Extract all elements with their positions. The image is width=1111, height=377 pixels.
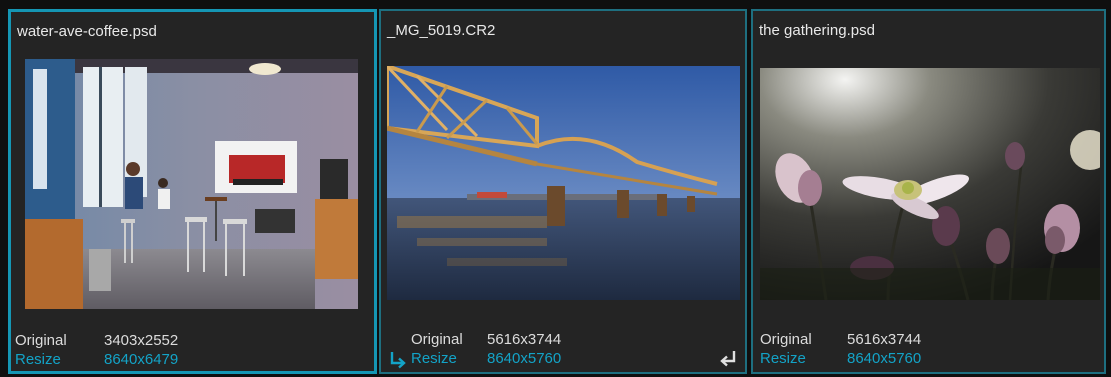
original-label: Original — [760, 331, 812, 348]
thumbnail-image[interactable] — [760, 68, 1100, 300]
image-card-water-ave-coffee[interactable]: water-ave-coffee.psd Original 3403x2552 … — [8, 9, 377, 374]
filename-label: water-ave-coffee.psd — [17, 23, 157, 40]
original-dimensions: 5616x3744 — [847, 331, 922, 348]
resize-dimensions: 8640x5760 — [487, 350, 562, 367]
thumbnail-image[interactable] — [387, 66, 740, 300]
resize-label: Resize — [411, 350, 457, 367]
thumbnail-image[interactable] — [25, 59, 358, 309]
thumbnail-strip: water-ave-coffee.psd Original 3403x2552 … — [0, 0, 1111, 377]
resize-label: Resize — [760, 350, 806, 367]
filename-label: the gathering.psd — [759, 22, 875, 39]
image-card-the-gathering[interactable]: the gathering.psd Original 5616x3744 Res… — [751, 9, 1106, 374]
original-label: Original — [15, 332, 67, 349]
image-card-mg-5019[interactable]: _MG_5019.CR2 Original 5616x3744 Resize 8… — [379, 9, 747, 374]
resize-label: Resize — [15, 351, 61, 368]
resize-dimensions: 8640x6479 — [104, 351, 179, 368]
original-label: Original — [411, 331, 463, 348]
resize-dimensions: 8640x5760 — [847, 350, 922, 367]
enter-arrow-icon[interactable] — [719, 349, 737, 367]
filename-label: _MG_5019.CR2 — [387, 22, 496, 39]
return-arrow-icon — [389, 351, 407, 369]
original-dimensions: 5616x3744 — [487, 331, 562, 348]
original-dimensions: 3403x2552 — [104, 332, 179, 349]
